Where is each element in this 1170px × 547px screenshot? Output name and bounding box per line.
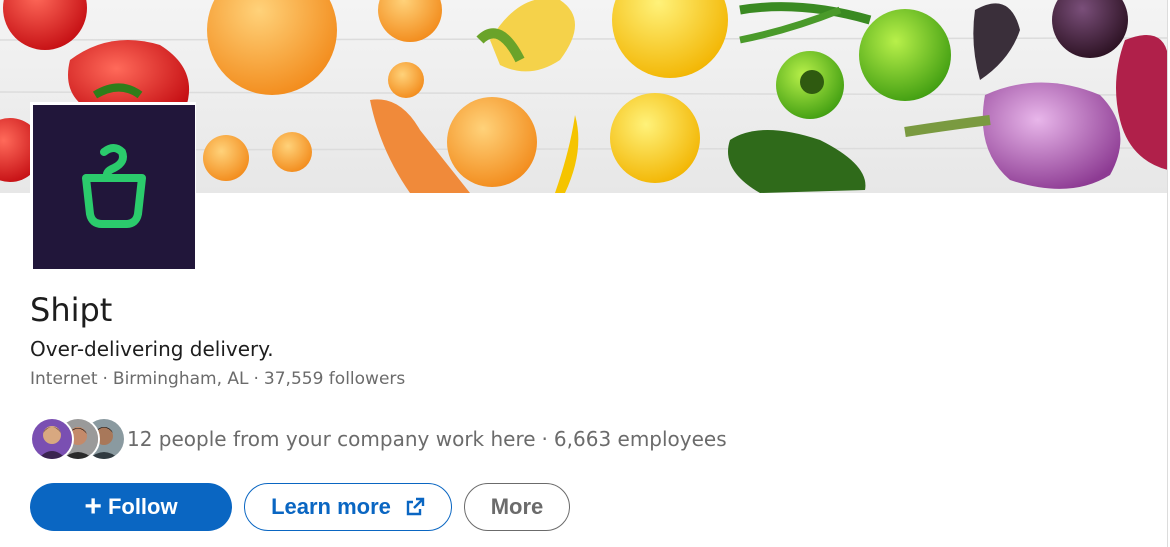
industry: Internet [30,369,98,389]
company-logo[interactable] [30,102,196,270]
more-button[interactable]: More [464,483,570,531]
more-label: More [490,494,544,519]
learn-more-label: Learn more [271,494,391,519]
company-tagline: Over-delivering delivery. [30,337,274,361]
company-meta: Internet · Birmingham, AL · 37,559 followers [30,366,405,392]
employees-link[interactable]: 6,663 employees [554,427,727,451]
plus-icon: + [84,490,102,523]
location: Birmingham, AL [112,369,249,389]
separator: · [253,369,259,389]
card-border [1167,0,1168,547]
shipt-logo [33,105,195,269]
avatar [30,417,74,461]
separator: · [102,369,108,389]
shopping-bag-icon [82,144,146,228]
followers-count: 37,559 followers [263,369,406,389]
employee-avatars[interactable] [30,417,126,461]
learn-more-button[interactable]: Learn more [244,483,452,531]
company-name: Shipt [30,291,113,329]
follow-button[interactable]: + Follow [30,483,232,531]
company-insights: 12 people from your company work here · 6,… [127,424,727,454]
separator: · [541,427,548,451]
external-link-icon [406,497,425,516]
follow-label: Follow [107,494,178,519]
colleagues-link[interactable]: 12 people from your company work here [127,427,536,451]
